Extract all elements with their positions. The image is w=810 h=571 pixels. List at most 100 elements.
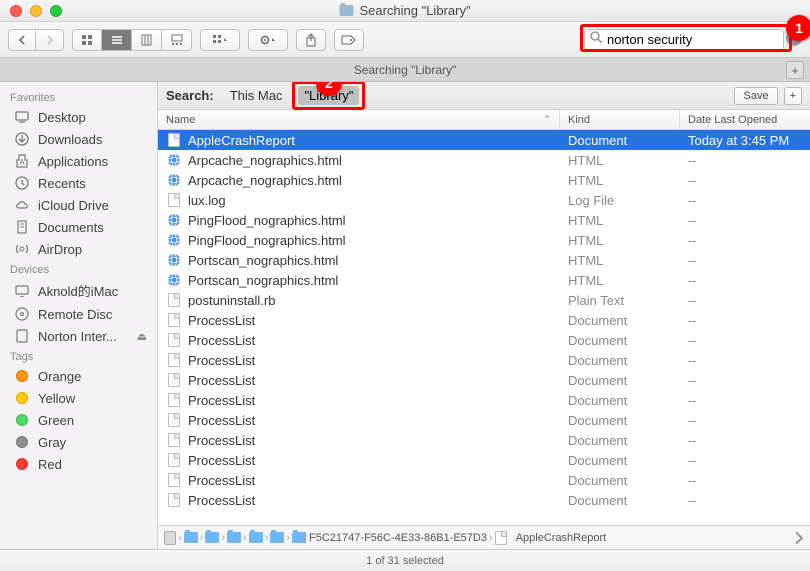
sidebar-item-recents[interactable]: Recents <box>0 172 157 194</box>
sidebar-item-label: Applications <box>38 154 108 169</box>
table-row[interactable]: ProcessListDocument-- <box>158 330 810 350</box>
sidebar-item-red[interactable]: Red <box>0 453 157 475</box>
table-row[interactable]: Portscan_nographics.htmlHTML-- <box>158 250 810 270</box>
path-segment[interactable] <box>270 532 284 543</box>
back-button[interactable] <box>8 29 36 51</box>
edit-tags-button[interactable] <box>334 29 364 51</box>
file-date: -- <box>680 493 810 508</box>
minimize-window-button[interactable] <box>30 5 42 17</box>
tag-icon <box>341 35 357 45</box>
table-row[interactable]: lux.logLog File-- <box>158 190 810 210</box>
document-file-icon <box>166 292 182 308</box>
tag-dot-icon <box>14 390 30 406</box>
table-row[interactable]: postuninstall.rbPlain Text-- <box>158 290 810 310</box>
file-kind: Plain Text <box>560 293 680 308</box>
path-segment[interactable] <box>184 532 198 543</box>
forward-button[interactable] <box>36 29 64 51</box>
file-kind: Document <box>560 133 680 148</box>
table-row[interactable]: ProcessListDocument-- <box>158 410 810 430</box>
content-area: Search: This Mac "Library" Save + 2 Name… <box>158 82 810 549</box>
file-kind: Document <box>560 393 680 408</box>
chevron-right-icon[interactable] <box>792 531 806 545</box>
column-name[interactable]: Name⌃ <box>158 110 560 129</box>
column-date[interactable]: Date Last Opened <box>680 110 810 129</box>
table-row[interactable]: Arpcache_nographics.htmlHTML-- <box>158 150 810 170</box>
document-file-icon <box>166 132 182 148</box>
toolbar: ✕ 1 <box>0 22 810 58</box>
scope-library[interactable]: "Library" <box>298 86 359 105</box>
file-list[interactable]: AppleCrashReportDocumentToday at 3:45 PM… <box>158 130 810 525</box>
file-date: -- <box>680 233 810 248</box>
file-date: -- <box>680 213 810 228</box>
eject-icon[interactable]: ⏏ <box>137 330 147 343</box>
close-window-button[interactable] <box>10 5 22 17</box>
file-name: ProcessList <box>188 353 560 368</box>
file-name: Portscan_nographics.html <box>188 253 560 268</box>
table-row[interactable]: Portscan_nographics.htmlHTML-- <box>158 270 810 290</box>
table-row[interactable]: PingFlood_nographics.htmlHTML-- <box>158 230 810 250</box>
table-row[interactable]: ProcessListDocument-- <box>158 370 810 390</box>
path-segment[interactable]: AppleCrashReport <box>495 531 607 545</box>
table-row[interactable]: AppleCrashReportDocumentToday at 3:45 PM <box>158 130 810 150</box>
file-name: ProcessList <box>188 473 560 488</box>
file-name: PingFlood_nographics.html <box>188 213 560 228</box>
sidebar-item-remote-disc[interactable]: Remote Disc <box>0 303 157 325</box>
file-kind: Document <box>560 433 680 448</box>
sidebar-item-documents[interactable]: Documents <box>0 216 157 238</box>
column-view-button[interactable] <box>132 29 162 51</box>
table-row[interactable]: ProcessListDocument-- <box>158 350 810 370</box>
document-file-icon <box>166 192 182 208</box>
icon-view-button[interactable] <box>72 29 102 51</box>
file-date: -- <box>680 393 810 408</box>
folder-icon <box>184 532 198 543</box>
file-date: -- <box>680 373 810 388</box>
path-segment[interactable] <box>249 532 263 543</box>
scope-this-mac[interactable]: This Mac <box>224 86 289 105</box>
action-button[interactable] <box>248 29 288 51</box>
table-row[interactable]: ProcessListDocument-- <box>158 490 810 510</box>
sidebar-item-gray[interactable]: Gray <box>0 431 157 453</box>
table-row[interactable]: ProcessListDocument-- <box>158 470 810 490</box>
save-search-button[interactable]: Save <box>734 87 777 105</box>
path-segment[interactable] <box>205 532 219 543</box>
sidebar-item-orange[interactable]: Orange <box>0 365 157 387</box>
folder-icon <box>339 5 353 16</box>
column-kind[interactable]: Kind <box>560 110 680 129</box>
sidebar-item-applications[interactable]: AApplications <box>0 150 157 172</box>
sidebar-item-airdrop[interactable]: AirDrop <box>0 238 157 260</box>
sidebar-item-downloads[interactable]: Downloads <box>0 128 157 150</box>
window-title: Searching "Library" <box>339 3 470 18</box>
sidebar-item-icloud-drive[interactable]: iCloud Drive <box>0 194 157 216</box>
table-row[interactable]: ProcessListDocument-- <box>158 450 810 470</box>
tab-label[interactable]: Searching "Library" <box>354 63 457 77</box>
path-segment[interactable]: F5C21747-F56C-4E33-86B1-E57D3 <box>292 532 487 544</box>
arrange-button[interactable] <box>200 29 240 51</box>
share-button[interactable] <box>296 29 326 51</box>
tab-bar: Searching "Library" + <box>0 58 810 82</box>
sidebar-item-label: Aknold的iMac <box>38 281 118 300</box>
folder-icon <box>292 532 306 543</box>
file-name: ProcessList <box>188 373 560 388</box>
gallery-view-button[interactable] <box>162 29 192 51</box>
zoom-window-button[interactable] <box>50 5 62 17</box>
table-row[interactable]: ProcessListDocument-- <box>158 430 810 450</box>
list-view-button[interactable] <box>102 29 132 51</box>
table-row[interactable]: Arpcache_nographics.htmlHTML-- <box>158 170 810 190</box>
sort-ascending-icon: ⌃ <box>543 114 551 125</box>
tag-dot-icon <box>14 412 30 428</box>
file-date: -- <box>680 173 810 188</box>
sidebar-item-aknold-imac[interactable]: Aknold的iMac <box>0 278 157 303</box>
table-row[interactable]: PingFlood_nographics.htmlHTML-- <box>158 210 810 230</box>
sidebar-item-yellow[interactable]: Yellow <box>0 387 157 409</box>
sidebar-item-green[interactable]: Green <box>0 409 157 431</box>
sidebar-item-norton-inter-[interactable]: Norton Inter...⏏ <box>0 325 157 347</box>
sidebar-item-label: Remote Disc <box>38 307 112 322</box>
new-tab-button[interactable]: + <box>786 61 804 79</box>
path-segment[interactable] <box>227 532 241 543</box>
table-row[interactable]: ProcessListDocument-- <box>158 390 810 410</box>
table-row[interactable]: ProcessListDocument-- <box>158 310 810 330</box>
path-segment[interactable] <box>164 531 176 545</box>
search-input[interactable] <box>584 29 784 51</box>
sidebar-item-desktop[interactable]: Desktop <box>0 106 157 128</box>
add-criteria-button[interactable]: + <box>784 87 802 105</box>
